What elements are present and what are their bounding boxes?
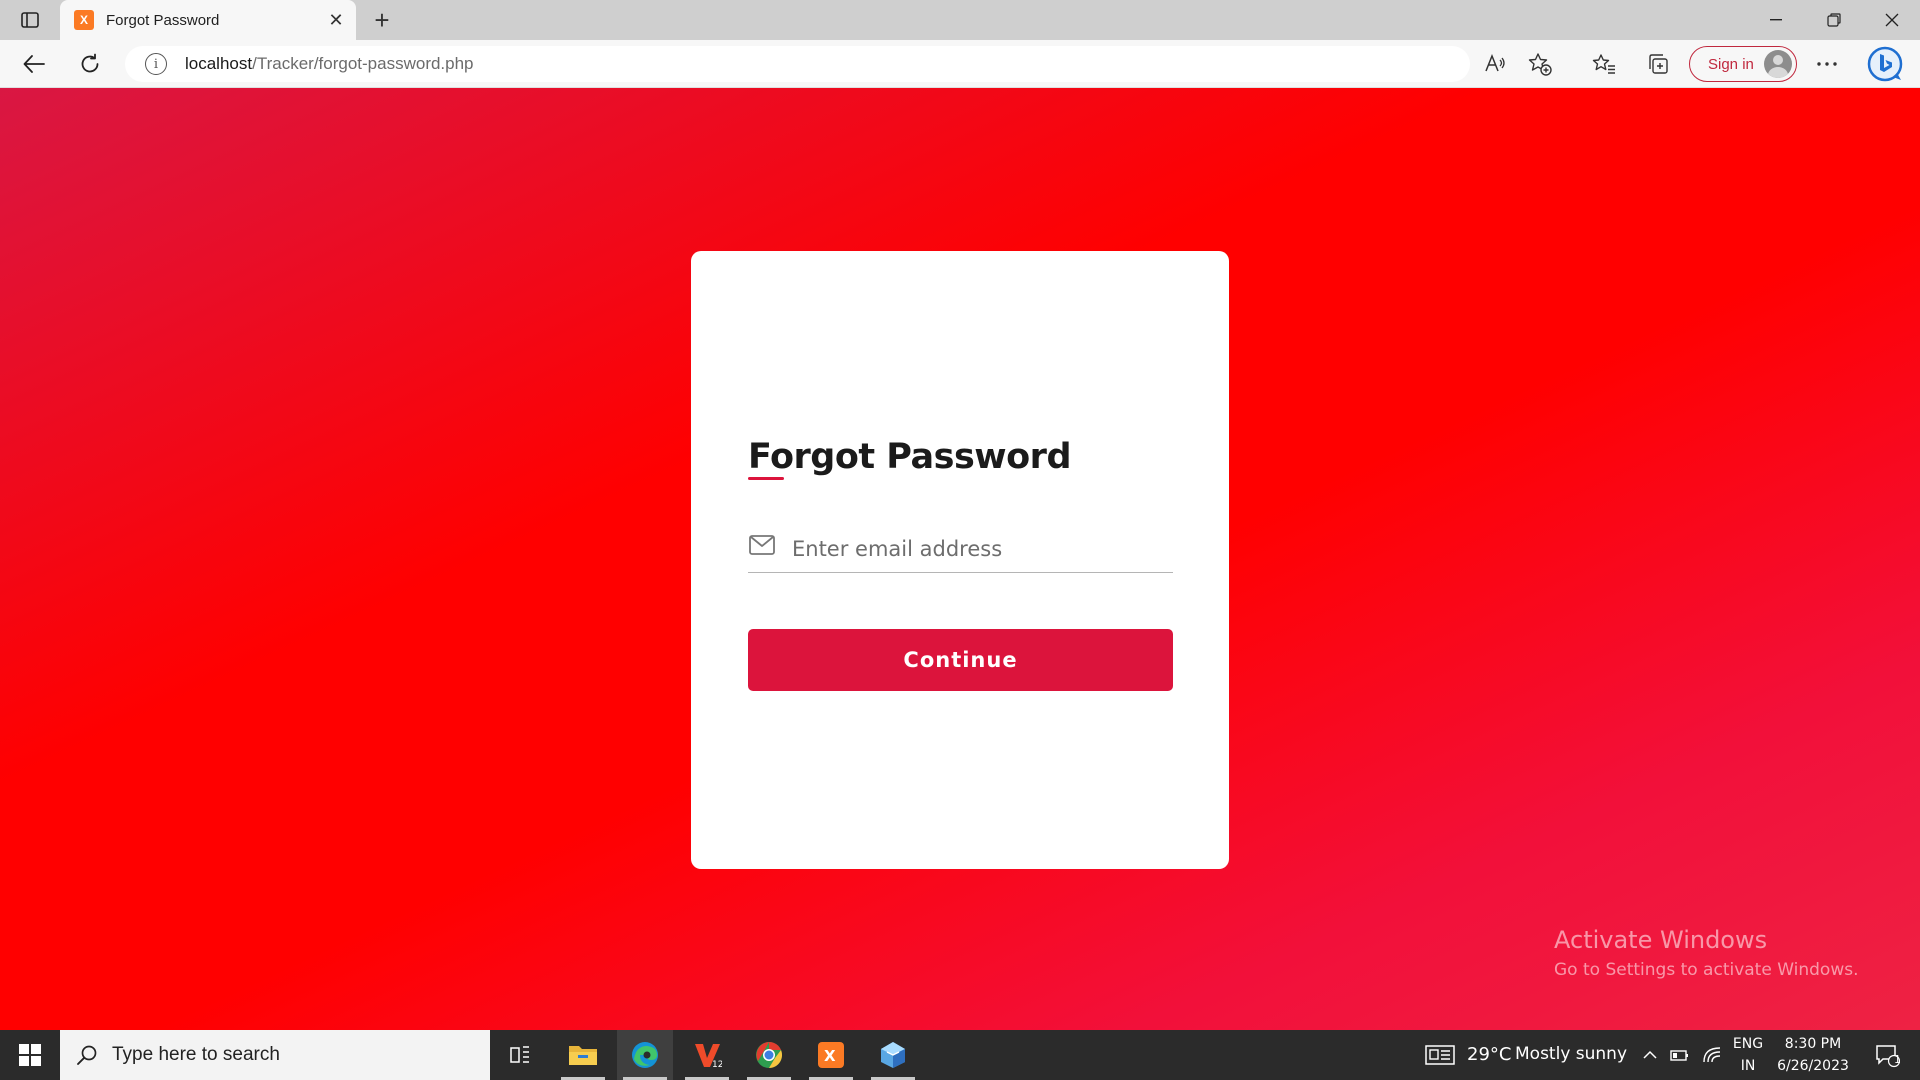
refresh-icon[interactable] xyxy=(74,48,106,80)
address-bar[interactable]: i localhost/Tracker/forgot-password.php xyxy=(125,46,1470,82)
title-underline xyxy=(748,477,784,480)
new-tab-icon[interactable]: + xyxy=(366,4,398,36)
xampp-favicon-icon: X xyxy=(74,10,94,30)
add-favorite-icon[interactable] xyxy=(1524,48,1556,80)
watermark-title: Activate Windows xyxy=(1554,926,1768,954)
browser-toolbar: i localhost/Tracker/forgot-password.php … xyxy=(0,40,1920,88)
minimize-icon[interactable] xyxy=(1748,0,1804,40)
collections-icon[interactable] xyxy=(1642,48,1674,80)
taskbar-search[interactable]: Type here to search xyxy=(60,1030,490,1080)
email-field xyxy=(748,527,1173,573)
sign-in-button[interactable]: Sign in xyxy=(1689,46,1797,82)
more-options-icon[interactable] xyxy=(1811,48,1843,80)
forgot-password-card: Forgot Password Continue xyxy=(691,251,1229,869)
chrome-icon[interactable] xyxy=(741,1030,797,1080)
url-path: /Tracker/forgot-password.php xyxy=(252,54,474,73)
profile-avatar-icon xyxy=(1764,50,1792,78)
search-icon xyxy=(77,1045,97,1065)
cube-app-icon[interactable] xyxy=(865,1030,921,1080)
svg-text:12: 12 xyxy=(712,1060,722,1070)
mail-icon xyxy=(749,535,775,555)
notification-count: 1 xyxy=(1894,1053,1901,1066)
file-explorer-icon[interactable] xyxy=(555,1030,611,1080)
language-region[interactable]: IN xyxy=(1730,1058,1766,1074)
tab-title: Forgot Password xyxy=(106,11,220,29)
watermark-subtitle: Go to Settings to activate Windows. xyxy=(1554,960,1859,980)
vscode-insiders-icon[interactable]: 12 xyxy=(679,1030,735,1080)
weather-description[interactable]: Mostly sunny xyxy=(1515,1044,1627,1064)
tab-actions-icon[interactable] xyxy=(14,8,46,32)
sign-in-label: Sign in xyxy=(1708,55,1754,73)
clock-time[interactable]: 8:30 PM xyxy=(1770,1036,1856,1052)
close-window-icon[interactable] xyxy=(1864,0,1920,40)
search-placeholder: Type here to search xyxy=(112,1044,280,1065)
battery-icon[interactable] xyxy=(1668,1030,1692,1080)
url-text[interactable]: localhost/Tracker/forgot-password.php xyxy=(185,54,474,74)
favorites-icon[interactable] xyxy=(1588,48,1620,80)
back-icon[interactable] xyxy=(18,48,50,80)
clock-date[interactable]: 6/26/2023 xyxy=(1770,1058,1856,1074)
continue-button[interactable]: Continue xyxy=(748,629,1173,691)
windows-taskbar: Type here to search 12 X 29°C Mostly sun… xyxy=(0,1030,1920,1080)
browser-tab-bar: X Forgot Password ✕ + xyxy=(0,0,1920,40)
bing-chat-icon[interactable] xyxy=(1865,44,1905,84)
xampp-icon[interactable]: X xyxy=(803,1030,859,1080)
svg-text:X: X xyxy=(824,1047,836,1065)
activate-windows-watermark: Activate Windows Go to Settings to activ… xyxy=(1554,926,1859,980)
read-aloud-icon[interactable] xyxy=(1480,48,1512,80)
form-title: Forgot Password xyxy=(748,437,1072,477)
active-tab[interactable]: X Forgot Password ✕ xyxy=(60,0,356,40)
windows-logo-icon xyxy=(19,1044,41,1066)
close-tab-icon[interactable]: ✕ xyxy=(322,6,350,34)
task-view-icon[interactable] xyxy=(492,1030,548,1080)
restore-icon[interactable] xyxy=(1806,0,1862,40)
wifi-icon[interactable] xyxy=(1700,1030,1724,1080)
weather-temperature[interactable]: 29°C xyxy=(1467,1044,1511,1065)
weather-icon[interactable] xyxy=(1420,1030,1460,1080)
email-input[interactable] xyxy=(792,527,1172,571)
notification-center-icon[interactable]: 1 xyxy=(1864,1030,1910,1080)
start-button[interactable] xyxy=(0,1030,60,1080)
language-code[interactable]: ENG xyxy=(1730,1036,1766,1052)
url-host: localhost xyxy=(185,54,253,73)
show-hidden-icons-chevron-icon[interactable] xyxy=(1638,1030,1662,1080)
site-info-icon[interactable]: i xyxy=(145,53,167,75)
edge-browser-icon[interactable] xyxy=(617,1030,673,1080)
page-background: Forgot Password Continue Activate Window… xyxy=(0,88,1920,1030)
